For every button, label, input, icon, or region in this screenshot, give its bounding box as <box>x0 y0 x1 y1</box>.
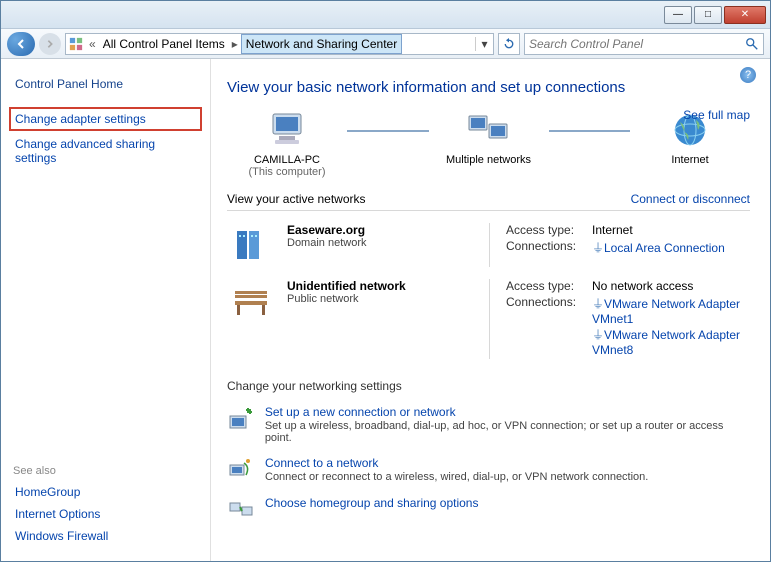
titlebar: — □ ✕ <box>1 1 770 29</box>
minimize-button[interactable]: — <box>664 6 692 24</box>
connection-link[interactable]: VMware Network Adapter VMnet8 <box>592 328 740 357</box>
connect-network-icon <box>227 456 255 484</box>
search-input[interactable] <box>529 37 745 51</box>
connection-link[interactable]: VMware Network Adapter VMnet1 <box>592 297 740 326</box>
change-adapter-settings-link[interactable]: Change adapter settings <box>9 107 202 131</box>
setup-connection-icon <box>227 405 255 433</box>
network-name: Unidentified network <box>287 279 477 293</box>
network-name: Easeware.org <box>287 223 477 237</box>
connections-label: Connections: <box>506 295 586 309</box>
access-type-value: No network access <box>592 279 750 293</box>
connection-link[interactable]: Local Area Connection <box>604 241 725 255</box>
computer-icon <box>227 108 347 152</box>
search-box[interactable] <box>524 33 764 55</box>
task-item: Connect to a network Connect or reconnec… <box>227 450 750 490</box>
connection-icon: ⏚ <box>592 326 602 343</box>
homegroup-icon <box>227 496 255 524</box>
content-area: Control Panel Home Change adapter settin… <box>1 59 770 561</box>
topology-line <box>347 130 429 132</box>
computer-name: CAMILLA-PC <box>227 154 347 166</box>
homegroup-sharing-link[interactable]: Choose homegroup and sharing options <box>265 496 478 510</box>
see-full-map-link[interactable]: See full map <box>683 108 750 122</box>
connection-icon: ⏚ <box>592 295 602 312</box>
address-dropdown[interactable]: ▾ <box>475 37 493 51</box>
domain-network-icon <box>227 223 275 267</box>
address-bar[interactable]: « All Control Panel Items ▸ Network and … <box>65 33 494 55</box>
sidebar: Control Panel Home Change adapter settin… <box>1 59 211 561</box>
access-type-value: Internet <box>592 223 750 237</box>
change-settings-heading: Change your networking settings <box>227 379 750 393</box>
networks-icon <box>429 108 549 152</box>
network-type: Domain network <box>287 237 477 249</box>
topology-networks: Multiple networks <box>429 108 549 166</box>
task-item: Set up a new connection or network Set u… <box>227 399 750 450</box>
topology-computer: CAMILLA-PC (This computer) <box>227 108 347 178</box>
task-description: Connect or reconnect to a wireless, wire… <box>265 471 648 483</box>
network-info: Easeware.org Domain network <box>287 223 477 267</box>
see-also-heading: See also <box>13 465 198 477</box>
close-button[interactable]: ✕ <box>724 6 766 24</box>
active-networks-header: View your active networks Connect or dis… <box>227 188 750 211</box>
network-row: Unidentified network Public network Acce… <box>227 273 750 365</box>
access-type-label: Access type: <box>506 223 586 237</box>
computer-subtitle: (This computer) <box>227 166 347 178</box>
control-panel-home-link[interactable]: Control Panel Home <box>13 73 198 95</box>
network-type: Public network <box>287 293 477 305</box>
refresh-button[interactable] <box>498 33 520 55</box>
navigation-bar: « All Control Panel Items ▸ Network and … <box>1 29 770 59</box>
control-panel-icon <box>66 37 86 51</box>
topology-line <box>549 130 631 132</box>
setup-connection-link[interactable]: Set up a new connection or network <box>265 405 456 419</box>
internet-options-link[interactable]: Internet Options <box>13 503 198 525</box>
forward-button <box>39 33 61 55</box>
connection-icon: ⏚ <box>592 239 602 256</box>
connect-network-link[interactable]: Connect to a network <box>265 456 378 470</box>
search-icon[interactable] <box>745 37 759 51</box>
main-panel: ? View your basic network information an… <box>211 59 770 561</box>
public-network-icon <box>227 279 275 323</box>
maximize-button[interactable]: □ <box>694 6 722 24</box>
change-advanced-sharing-link[interactable]: Change advanced sharing settings <box>13 133 198 169</box>
connect-disconnect-link[interactable]: Connect or disconnect <box>631 192 750 206</box>
network-details: Access type: No network access Connectio… <box>489 279 750 359</box>
breadcrumb-prefix[interactable]: « <box>86 37 99 51</box>
back-button[interactable] <box>7 32 35 56</box>
task-description: Set up a wireless, broadband, dial-up, a… <box>265 420 750 444</box>
windows-firewall-link[interactable]: Windows Firewall <box>13 525 198 547</box>
network-details: Access type: Internet Connections: ⏚Loca… <box>489 223 750 267</box>
networks-label: Multiple networks <box>429 154 549 166</box>
breadcrumb-network-sharing[interactable]: Network and Sharing Center <box>241 34 402 54</box>
connections-label: Connections: <box>506 239 586 253</box>
network-info: Unidentified network Public network <box>287 279 477 359</box>
active-networks-label: View your active networks <box>227 192 366 206</box>
chevron-right-icon[interactable]: ▸ <box>229 37 241 51</box>
homegroup-link[interactable]: HomeGroup <box>13 481 198 503</box>
help-button[interactable]: ? <box>740 67 756 83</box>
network-row: Easeware.org Domain network Access type:… <box>227 217 750 273</box>
access-type-label: Access type: <box>506 279 586 293</box>
task-item: Choose homegroup and sharing options <box>227 490 750 530</box>
breadcrumb-all-items[interactable]: All Control Panel Items <box>99 34 229 54</box>
page-heading: View your basic network information and … <box>227 79 750 96</box>
internet-label: Internet <box>630 154 750 166</box>
network-topology: CAMILLA-PC (This computer) Multiple netw… <box>227 108 750 178</box>
